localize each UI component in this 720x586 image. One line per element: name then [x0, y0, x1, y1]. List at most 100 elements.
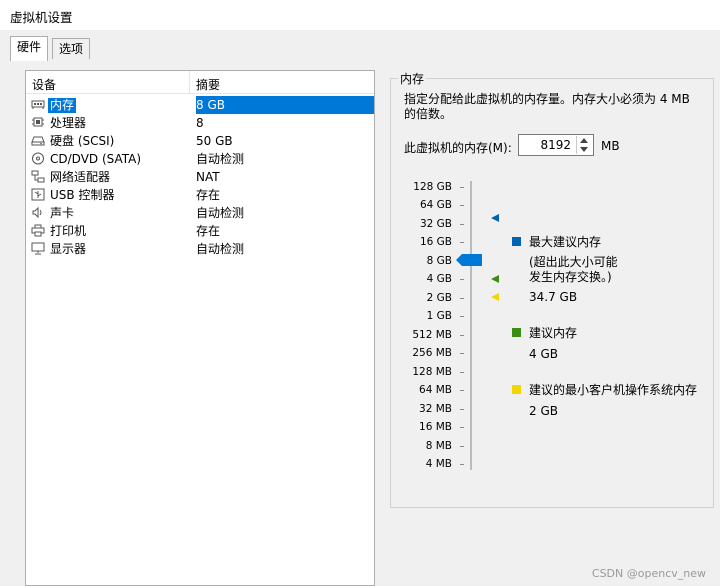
memory-slider-thumb[interactable] — [456, 254, 482, 266]
min-legend-label: 建议的最小客户机操作系统内存 — [529, 383, 698, 397]
max-legend-note-1: (超出此大小可能 — [529, 255, 618, 269]
tick-mark — [460, 409, 464, 410]
scale-label: 32 GB — [419, 218, 452, 230]
device-summary: 自动检测 — [196, 206, 245, 220]
scale-label: 2 GB — [426, 292, 452, 304]
scale-label: 64 GB — [419, 199, 452, 211]
tick-mark — [460, 372, 464, 373]
memory-spinner[interactable] — [576, 136, 592, 154]
scale-label: 64 MB — [419, 384, 452, 396]
device-name: 内存 — [48, 98, 77, 113]
display-icon — [31, 242, 45, 255]
scale-label: 16 GB — [419, 236, 452, 248]
device-list-header: 设备 摘要 — [26, 71, 374, 94]
scale-label: 4 GB — [426, 273, 452, 285]
scale-label: 1 GB — [426, 310, 452, 322]
memory-unit-label: MB — [601, 139, 620, 153]
device-name: 打印机 — [50, 224, 87, 238]
max-recommended-marker-icon — [491, 214, 499, 222]
device-row-display[interactable]: 显示器 自动检测 — [28, 240, 374, 258]
device-row-harddisk[interactable]: 硬盘 (SCSI) 50 GB — [28, 132, 374, 150]
device-name: CD/DVD (SATA) — [50, 152, 142, 166]
memory-description: 指定分配给此虚拟机的内存量。内存大小必须为 4 MB 的倍数。 — [404, 92, 690, 121]
memory-size-value[interactable]: 8192 — [540, 138, 571, 152]
device-summary: 8 — [196, 116, 204, 130]
recommended-marker-icon — [491, 275, 499, 283]
memory-group-title: 内存 — [398, 70, 427, 87]
device-row-sound[interactable]: 声卡 自动检测 — [28, 204, 374, 222]
tick-mark — [460, 335, 464, 336]
cd-dvd-icon — [32, 152, 44, 165]
tick-mark — [460, 464, 464, 465]
max-legend-note-2: 发生内存交换。) — [529, 270, 612, 284]
max-legend-square-icon — [512, 237, 521, 246]
recommended-legend-value: 4 GB — [529, 347, 558, 361]
device-summary: 自动检测 — [196, 242, 245, 256]
memory-icon — [31, 100, 45, 109]
tab-bar: 硬件 选项 — [0, 30, 720, 61]
scale-label: 32 MB — [419, 403, 452, 415]
column-header-summary[interactable]: 摘要 — [196, 76, 220, 93]
tick-mark — [460, 279, 464, 280]
printer-icon — [31, 224, 45, 237]
usb-icon — [31, 188, 45, 201]
max-legend-value: 34.7 GB — [529, 290, 578, 304]
column-divider[interactable] — [189, 71, 190, 93]
spin-down-icon[interactable] — [580, 147, 588, 152]
harddisk-icon — [31, 136, 45, 146]
processor-icon — [32, 117, 44, 127]
device-row-network[interactable]: 网络适配器 NAT — [28, 168, 374, 186]
device-summary: NAT — [196, 170, 220, 184]
window-title: 虚拟机设置 — [10, 10, 73, 25]
tab-hardware[interactable]: 硬件 — [10, 36, 49, 61]
device-name: 处理器 — [50, 116, 87, 130]
scale-label: 8 MB — [425, 440, 452, 452]
min-legend-value: 2 GB — [529, 404, 558, 418]
recommended-legend-label: 建议内存 — [529, 326, 578, 340]
device-row-usb[interactable]: USB 控制器 存在 — [28, 186, 374, 204]
scale-label: 128 GB — [413, 181, 452, 193]
max-legend-label: 最大建议内存 — [529, 235, 602, 249]
device-summary: 自动检测 — [196, 152, 245, 166]
device-summary: 8 GB — [196, 98, 225, 112]
tick-mark — [460, 224, 464, 225]
column-header-device[interactable]: 设备 — [32, 76, 56, 93]
device-summary: 50 GB — [196, 134, 233, 148]
network-adapter-icon — [31, 170, 45, 183]
device-row-printer[interactable]: 打印机 存在 — [28, 222, 374, 240]
tick-mark — [460, 205, 464, 206]
tick-mark — [460, 353, 464, 354]
min-recommended-marker-icon — [491, 293, 499, 301]
min-legend-square-icon — [512, 385, 521, 394]
device-list[interactable]: 设备 摘要 内存 8 GB 处理器 8 硬盘 (SCSI) 50 GB CD/D… — [25, 70, 375, 586]
memory-size-input[interactable]: 8192 — [518, 134, 594, 156]
device-name: 网络适配器 — [50, 170, 111, 184]
device-row-processor[interactable]: 处理器 8 — [28, 114, 374, 132]
tick-mark — [460, 427, 464, 428]
scale-label: 128 MB — [412, 366, 452, 378]
device-name: USB 控制器 — [50, 188, 115, 202]
tick-mark — [460, 298, 464, 299]
tick-mark — [460, 390, 464, 391]
scale-label: 8 GB — [426, 255, 452, 267]
scale-label: 16 MB — [419, 421, 452, 433]
memory-slider-track[interactable] — [470, 181, 472, 470]
tab-options[interactable]: 选项 — [52, 38, 91, 59]
tick-mark — [460, 446, 464, 447]
scale-label: 512 MB — [412, 329, 452, 341]
recommended-legend-square-icon — [512, 328, 521, 337]
device-name: 硬盘 (SCSI) — [50, 134, 115, 148]
tick-mark — [460, 316, 464, 317]
device-row-cd-dvd[interactable]: CD/DVD (SATA) 自动检测 — [28, 150, 374, 168]
device-name: 显示器 — [50, 242, 87, 256]
watermark: CSDN @opencv_new — [591, 567, 706, 580]
scale-label: 256 MB — [412, 347, 452, 359]
device-name: 声卡 — [50, 206, 75, 220]
tick-mark — [460, 187, 464, 188]
tick-mark — [460, 242, 464, 243]
spin-up-icon[interactable] — [580, 138, 588, 143]
sound-card-icon — [32, 206, 42, 219]
device-row-memory[interactable]: 内存 8 GB — [28, 96, 374, 114]
title-bar: 虚拟机设置 — [0, 0, 720, 30]
scale-label: 4 MB — [425, 458, 452, 470]
